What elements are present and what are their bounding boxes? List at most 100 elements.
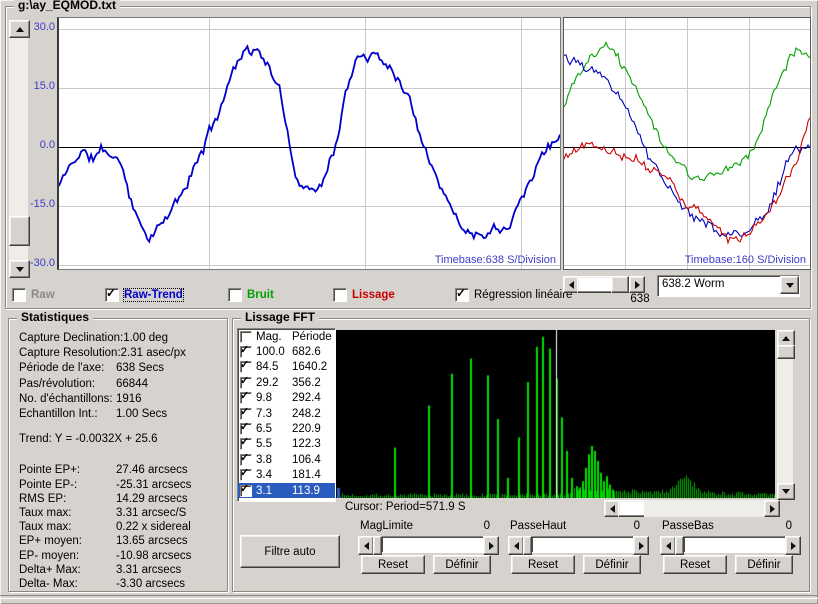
stat-label: Pointe EP-: <box>19 478 78 491</box>
peak-checkbox[interactable]: ✓ <box>240 467 252 482</box>
filter-checkbox-r-gression-lin-aire[interactable]: ✓ Régression linéaire <box>455 286 572 302</box>
pecprep-analysis-panel: g:\ay_EQMOD.txt 30.0 15.0 0.0 -15.0 -30.0 Ti… <box>0 0 818 604</box>
slider-passehaut[interactable] <box>508 536 649 555</box>
stat-row: RMS EP: 14.29 arcsecs <box>9 492 227 506</box>
stat-label: Taux max: <box>19 521 72 534</box>
y-tick-label: -30.0 <box>29 257 55 269</box>
checkbox[interactable] <box>228 288 242 302</box>
combobox-dropdown-button[interactable] <box>780 276 799 294</box>
fft-peak-row[interactable]: ✓ 9.8 292.4 <box>238 390 335 406</box>
filter-checkbox-bruit[interactable]: Bruit <box>228 288 274 302</box>
scroll-down-button[interactable] <box>9 260 30 278</box>
peak-mag: 7.3 <box>256 407 272 420</box>
peak-period: 113.9 <box>292 484 320 497</box>
stat-label: No. d'échantillons: <box>19 392 113 405</box>
filter-checkbox-lissage[interactable]: Lissage <box>333 288 395 302</box>
reset-button[interactable]: Reset <box>663 555 727 574</box>
stat-value: -3.30 arcsecs <box>116 578 186 591</box>
fft-spectrum[interactable] <box>336 330 775 498</box>
stat-row: Capture Declination: 1.00 deg <box>9 331 227 346</box>
right-arrow-icon <box>488 541 494 550</box>
scroll-right-button[interactable] <box>764 500 780 517</box>
fft-hscrollbar[interactable] <box>604 500 780 517</box>
fft-peak-row[interactable]: ✓ 7.3 248.2 <box>238 406 335 421</box>
worm-pan-scrollbar[interactable] <box>563 276 645 293</box>
slider-passebas[interactable] <box>660 536 801 555</box>
slider-group-maglimite: MagLimite 0 Reset Définir <box>358 520 499 576</box>
slider-right-button[interactable] <box>633 536 649 555</box>
slider-track[interactable] <box>381 536 484 553</box>
slider-track[interactable] <box>683 536 786 553</box>
slider-thumb[interactable] <box>523 536 532 555</box>
main-chart-vscrollbar[interactable] <box>9 20 30 278</box>
fft-peak-row[interactable]: ✓ 29.2 356.2 <box>238 375 335 390</box>
peak-mag: 84.5 <box>256 361 279 374</box>
stat-row: Delta- Max: -3.30 arcsecs <box>9 577 227 591</box>
reset-button[interactable]: Reset <box>511 555 575 574</box>
peak-period: 181.4 <box>292 469 321 482</box>
fft-peak-row[interactable]: ✓ 84.5 1640.2 <box>238 359 335 375</box>
stat-value: 638 Secs <box>116 362 164 375</box>
define-button[interactable]: Définir <box>433 555 491 574</box>
slider-right-button[interactable] <box>483 536 499 555</box>
filter-checkbox-raw-trend[interactable]: ✓ Raw-Trend <box>105 286 184 302</box>
reset-button[interactable]: Reset <box>361 555 425 574</box>
checkbox[interactable] <box>12 288 26 302</box>
stat-value: 1916 <box>116 392 142 405</box>
peak-checkbox[interactable]: ✓ <box>240 436 252 451</box>
fft-peak-table[interactable]: Mag. Période ✓ 100.0 682.6 ✓ 84.5 1640.2 ✓ 29.2 35… <box>237 328 336 502</box>
slider-track[interactable] <box>531 536 634 553</box>
left-arrow-icon <box>513 541 519 550</box>
peak-checkbox[interactable]: ✓ <box>240 359 252 374</box>
slider-left-button[interactable] <box>660 536 676 555</box>
scrollbar-thumb[interactable] <box>9 216 30 246</box>
scroll-up-button[interactable] <box>9 20 30 38</box>
fft-peak-row[interactable]: ✓ 5.5 122.3 <box>238 436 335 452</box>
fft-peak-row[interactable]: ✓ 100.0 682.6 <box>238 344 335 359</box>
stat-label: Taux max: <box>19 507 72 520</box>
fft-peak-row[interactable]: ✓ 3.1 113.9 <box>238 483 335 499</box>
slider-thumb[interactable] <box>675 536 684 555</box>
define-button[interactable]: Définir <box>583 555 641 574</box>
slider-maglimite[interactable] <box>358 536 499 555</box>
stat-row: Pointe EP-: -25.31 arcsecs <box>9 478 227 492</box>
fft-vscrollbar[interactable] <box>777 330 795 500</box>
peak-checkbox[interactable]: ✓ <box>240 483 252 497</box>
slider-left-button[interactable] <box>508 536 524 555</box>
scroll-right-button[interactable] <box>629 276 645 293</box>
stat-label: Pointe EP+: <box>19 464 81 477</box>
checkbox[interactable] <box>333 288 347 302</box>
slider-left-button[interactable] <box>358 536 374 555</box>
fft-peak-row[interactable]: ✓ 6.5 220.9 <box>238 421 335 436</box>
trend-equation: Trend: Y = -0.0032X + 25.6 <box>19 433 158 446</box>
peak-checkbox[interactable]: ✓ <box>240 421 252 436</box>
define-button[interactable]: Définir <box>735 555 793 574</box>
slider-thumb[interactable] <box>373 536 382 555</box>
fft-peak-row[interactable]: ✓ 3.8 106.4 <box>238 452 335 467</box>
scrollbar-thumb[interactable] <box>777 345 795 359</box>
peak-checkbox[interactable]: ✓ <box>240 390 252 405</box>
y-tick-label: 0.0 <box>39 139 55 151</box>
peak-period: 220.9 <box>292 423 321 436</box>
peak-checkbox[interactable]: ✓ <box>240 406 252 420</box>
select-all-checkbox[interactable] <box>240 330 252 343</box>
stat-value: 0.22 x sidereal <box>116 521 191 534</box>
peak-checkbox[interactable]: ✓ <box>240 452 252 466</box>
right-arrow-icon <box>638 541 644 550</box>
peak-checkbox[interactable]: ✓ <box>240 375 252 389</box>
left-arrow-icon <box>568 280 574 289</box>
filter-checkbox-raw[interactable]: Raw <box>12 288 55 302</box>
worm-select-combobox[interactable]: 638.2 Worm <box>657 275 800 297</box>
fft-peak-row[interactable]: ✓ 3.4 181.4 <box>238 467 335 483</box>
statistics-list: Capture Declination: 1.00 deg Capture Reso… <box>9 331 227 591</box>
scrollbar-thumb[interactable] <box>611 276 629 293</box>
checkbox[interactable]: ✓ <box>455 286 469 302</box>
peak-checkbox[interactable]: ✓ <box>240 344 252 359</box>
worm-select-value: 638.2 Worm <box>662 278 725 290</box>
scroll-down-button[interactable] <box>777 483 795 500</box>
checkbox[interactable]: ✓ <box>105 286 119 302</box>
stat-value: 2.31 asec/px <box>120 347 186 360</box>
slider-right-button[interactable] <box>785 536 801 555</box>
auto-filter-button[interactable]: Filtre auto <box>240 535 340 568</box>
